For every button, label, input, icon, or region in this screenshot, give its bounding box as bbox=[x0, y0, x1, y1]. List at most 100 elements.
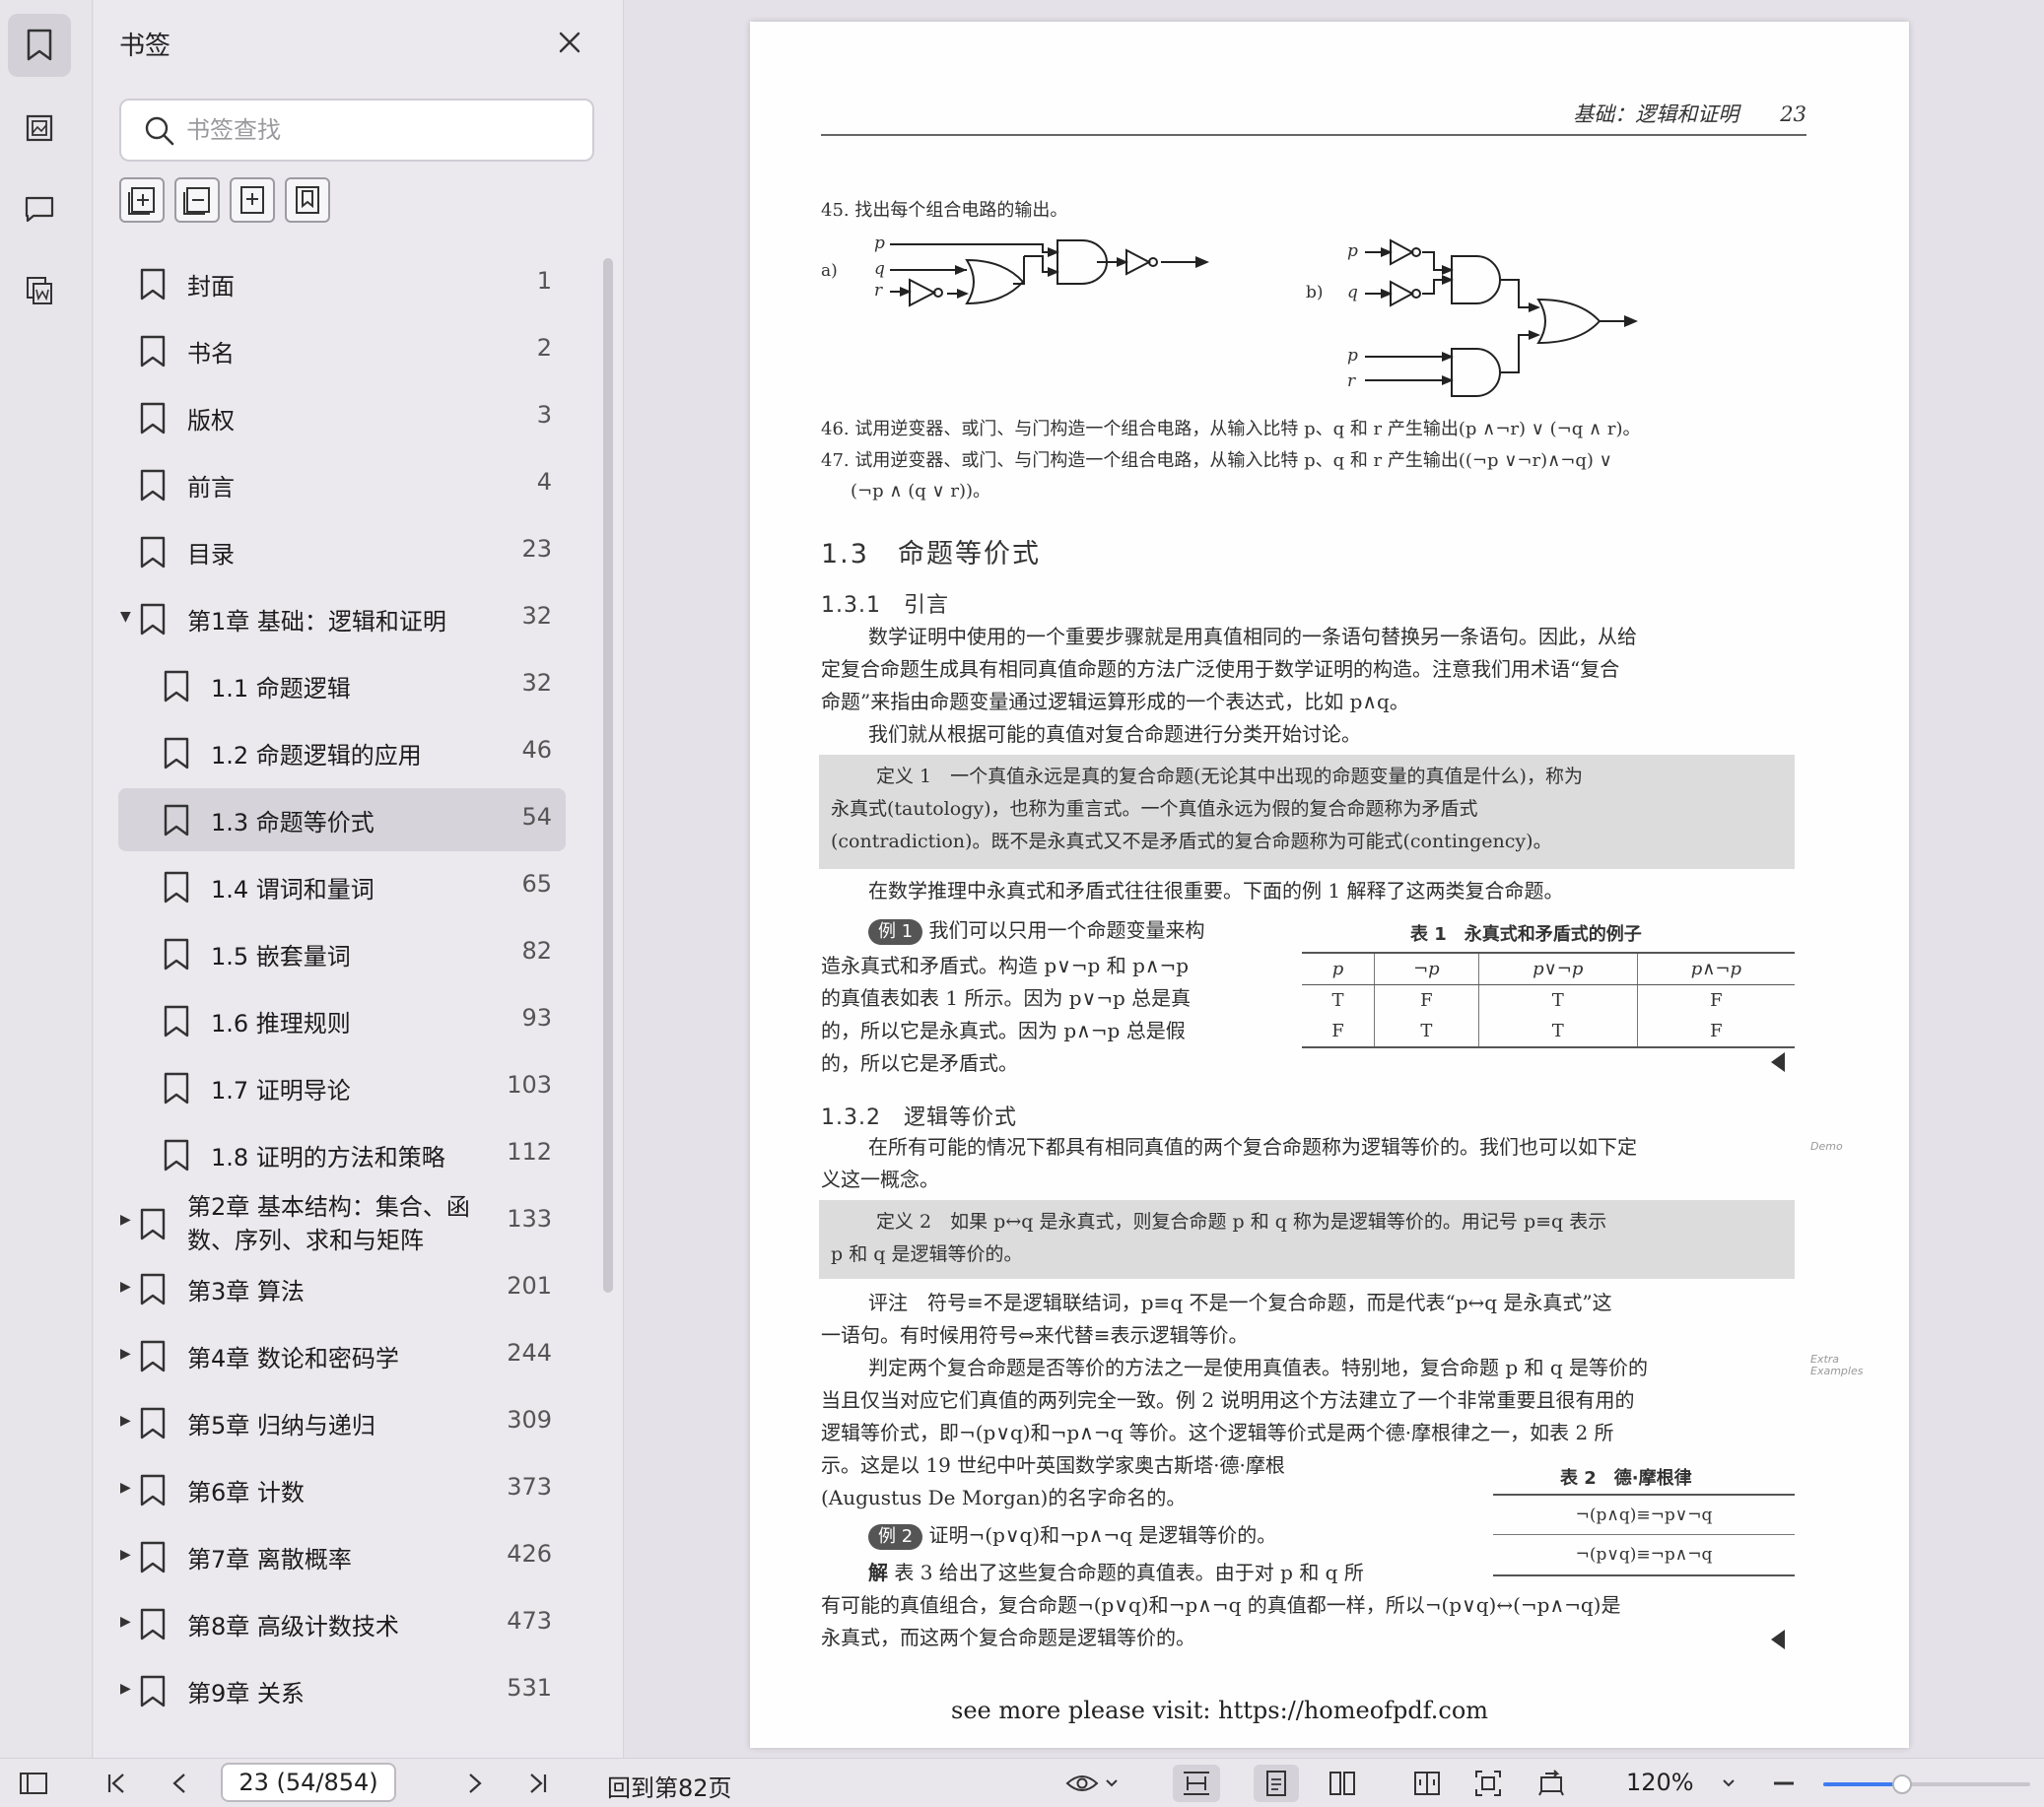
attachment-panel-button[interactable] bbox=[8, 258, 71, 321]
previous-page-button[interactable] bbox=[162, 1765, 197, 1802]
caret-right-icon[interactable]: ▶ bbox=[120, 1279, 134, 1295]
bookmark-item[interactable]: ▶ 第8章 高级计数技术 473 bbox=[118, 1592, 566, 1655]
bookmark-label: 第7章 离散概率 bbox=[187, 1546, 352, 1573]
bookmark-icon bbox=[138, 335, 168, 372]
bookmark-item[interactable]: ▶ 第6章 计数 373 bbox=[118, 1458, 566, 1521]
table-1-cell: T bbox=[1477, 1016, 1638, 1047]
first-page-button[interactable] bbox=[99, 1765, 134, 1802]
intro-line-3: 命题”来指由命题变量通过逻辑运算形成的一个表达式，比如 p∧q。 bbox=[821, 690, 1409, 713]
zoom-slider[interactable] bbox=[1823, 1774, 2030, 1794]
zoom-slider-thumb[interactable] bbox=[1891, 1774, 1912, 1794]
bookmark-label: 第8章 高级计数技术 bbox=[187, 1613, 399, 1640]
table-1-cell: T bbox=[1373, 1016, 1479, 1047]
table-1-cell: T bbox=[1477, 984, 1638, 1016]
last-page-button[interactable] bbox=[520, 1765, 556, 1802]
book-view-button[interactable] bbox=[1405, 1765, 1449, 1802]
bookmark-item[interactable]: 1.5 嵌套量词 82 bbox=[118, 922, 566, 985]
bookmark-label: 1.6 推理规则 bbox=[211, 1010, 351, 1037]
bookmark-panel-button[interactable] bbox=[8, 14, 71, 77]
last-page-icon bbox=[530, 1774, 547, 1793]
expand-all-button[interactable] bbox=[119, 177, 165, 223]
fit-width-button[interactable] bbox=[1173, 1765, 1220, 1802]
bookmark-item[interactable]: ▶ 第4章 数论和密码学 244 bbox=[118, 1324, 566, 1387]
search-icon bbox=[145, 116, 174, 146]
bookmark-item[interactable]: ▶ 第7章 离散概率 426 bbox=[118, 1525, 566, 1588]
collapse-all-button[interactable] bbox=[174, 177, 220, 223]
zoom-out-button[interactable] bbox=[1766, 1765, 1802, 1802]
intro-line-2: 定复合命题生成具有相同真值命题的方法广泛使用于数学证明的构造。注意我们用术语“复… bbox=[821, 657, 1620, 681]
bookmark-item[interactable]: 1.2 命题逻辑的应用 46 bbox=[118, 721, 566, 784]
bookmark-label: 第2章 基本结构：集合、函数、序列、求和与矩阵 bbox=[187, 1193, 470, 1254]
example-1-line-1-text: 我们可以只用一个命题变量来构 bbox=[928, 918, 1205, 942]
bookmark-item[interactable]: 版权 3 bbox=[118, 386, 566, 449]
bookmark-item[interactable]: 1.1 命题逻辑 32 bbox=[118, 654, 566, 717]
caret-down-icon[interactable]: ▼ bbox=[120, 609, 134, 625]
comment-panel-button[interactable] bbox=[8, 177, 71, 240]
thumbnail-panel-button[interactable] bbox=[8, 97, 71, 160]
reading-mode-dropdown[interactable] bbox=[1062, 1765, 1122, 1802]
panel-title: 书签 bbox=[119, 32, 171, 61]
bookmark-item[interactable]: 封面 1 bbox=[118, 252, 566, 315]
fit-page-button[interactable] bbox=[1466, 1765, 1510, 1802]
exercise-47-line1: 47. 试用逆变器、或门、与门构造一个组合电路，从输入比特 p、q 和 r 产生… bbox=[821, 450, 1612, 471]
zoom-level[interactable]: 120% bbox=[1626, 1769, 1694, 1796]
table-1: p ¬p p∨¬p p∧¬p TFTFFTTF bbox=[1302, 952, 1795, 1048]
bookmark-label: 第1章 基础：逻辑和证明 bbox=[187, 608, 446, 636]
bookmark-item[interactable]: 目录 23 bbox=[118, 520, 566, 583]
zoom-dropdown-button[interactable] bbox=[1715, 1765, 1742, 1802]
example-1-line-1: 例 1 我们可以只用一个命题变量来构 bbox=[868, 914, 1205, 947]
chevron-down-icon bbox=[1723, 1779, 1735, 1787]
bookmark-item[interactable]: ▼ 第1章 基础：逻辑和证明 32 bbox=[118, 587, 566, 650]
document-viewport[interactable]: 基础：逻辑和证明 23 45. 找出每个组合电路的输出。 a) p q r b)… bbox=[625, 0, 2044, 1758]
copy-document-icon bbox=[27, 277, 52, 304]
bookmark-item[interactable]: 1.7 证明导论 103 bbox=[118, 1056, 566, 1119]
caret-right-icon[interactable]: ▶ bbox=[120, 1346, 134, 1362]
bookmark-icon bbox=[162, 938, 191, 975]
page-number-input[interactable] bbox=[221, 1763, 396, 1802]
book-view-icon bbox=[1414, 1772, 1440, 1795]
table-2-row-2: ¬(p∨q)≡¬p∧¬q bbox=[1575, 1545, 1713, 1565]
caret-right-icon[interactable]: ▶ bbox=[120, 1681, 134, 1697]
bookmark-page-number: 65 bbox=[521, 870, 552, 898]
bookmark-page-number: 32 bbox=[521, 602, 552, 630]
caret-right-icon[interactable]: ▶ bbox=[120, 1547, 134, 1563]
bookmark-item[interactable]: 前言 4 bbox=[118, 453, 566, 516]
bookmark-item[interactable]: ▶ 第5章 归纳与递归 309 bbox=[118, 1391, 566, 1454]
bookmark-item[interactable]: 1.8 证明的方法和策略 112 bbox=[118, 1123, 566, 1186]
bookmark-page-number: 4 bbox=[536, 468, 552, 496]
definition-1-line-3: (contradiction)。既不是永真式又不是矛盾式的复合命题称为可能式(c… bbox=[831, 831, 1552, 852]
bookmark-current-button[interactable] bbox=[285, 177, 330, 223]
bookmark-item[interactable]: ▶ 第3章 算法 201 bbox=[118, 1257, 566, 1320]
go-back-to-page-link[interactable]: 回到第82页 bbox=[607, 1769, 732, 1803]
bookmark-label: 1.3 命题等价式 bbox=[211, 809, 375, 837]
table-2-row-1: ¬(p∧q)≡¬p∨¬q bbox=[1493, 1496, 1795, 1535]
bookmark-scrollbar[interactable] bbox=[603, 258, 613, 1293]
collapse-all-icon bbox=[183, 187, 210, 215]
single-page-view-button[interactable] bbox=[1254, 1765, 1299, 1802]
bookmark-search-input[interactable] bbox=[186, 110, 580, 150]
bookmark-item[interactable]: 1.6 推理规则 93 bbox=[118, 989, 566, 1052]
bookmark-item[interactable]: 书名 2 bbox=[118, 319, 566, 382]
bookmark-icon bbox=[27, 29, 52, 61]
next-page-button[interactable] bbox=[457, 1765, 493, 1802]
caret-right-icon[interactable]: ▶ bbox=[120, 1212, 134, 1228]
definition-1-box: 定义 1 一个真值永远是真的复合命题(无论其中出现的命题变量的真值是什么)，称为… bbox=[819, 755, 1795, 869]
bookmark-item[interactable]: 1.4 谓词和量词 65 bbox=[118, 855, 566, 918]
circuit-b-var-q: q bbox=[1347, 283, 1358, 302]
toggle-sidebar-button[interactable] bbox=[14, 1765, 53, 1802]
bookmark-item[interactable]: 1.3 命题等价式 54 bbox=[118, 788, 566, 851]
add-bookmark-button[interactable] bbox=[230, 177, 275, 223]
caret-right-icon[interactable]: ▶ bbox=[120, 1614, 134, 1630]
bookmark-page-number: 426 bbox=[507, 1540, 552, 1568]
bookmark-icon bbox=[138, 1340, 168, 1377]
caret-right-icon[interactable]: ▶ bbox=[120, 1413, 134, 1429]
caret-right-icon[interactable]: ▶ bbox=[120, 1480, 134, 1496]
close-panel-button[interactable] bbox=[553, 26, 586, 59]
bookmark-item[interactable]: ▶ 第9章 关系 531 bbox=[118, 1659, 566, 1722]
two-page-view-button[interactable] bbox=[1321, 1765, 1364, 1802]
rotate-button[interactable] bbox=[1530, 1765, 1573, 1802]
bookmark-item[interactable]: ▶ 第2章 基本结构：集合、函数、序列、求和与矩阵 133 bbox=[118, 1190, 566, 1254]
table-1-row: TFTF bbox=[1302, 984, 1795, 1016]
bookmark-panel: 书签 封面1书名2版权3前言4目录23 ▼ 第1章 基础：逻辑和证明 32 1.1 命题… bbox=[94, 0, 624, 1758]
logical-equiv-line-1: 在所有可能的情况下都具有相同真值的两个复合命题称为逻辑等价的。我们也可以如下定 bbox=[868, 1135, 1637, 1159]
